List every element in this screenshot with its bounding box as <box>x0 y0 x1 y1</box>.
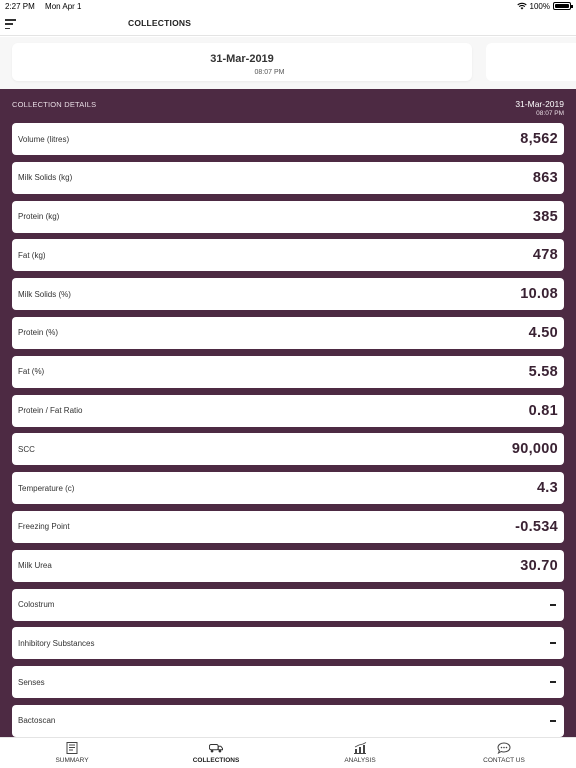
detail-label: Colostrum <box>18 600 55 610</box>
detail-label: Milk Solids (%) <box>18 289 71 299</box>
battery-icon <box>553 2 573 10</box>
empty-value-dash <box>550 603 556 606</box>
status-bar: 2:27 PM Mon Apr 1 100% <box>0 0 576 12</box>
detail-row: Bactoscan <box>12 704 564 737</box>
detail-row: SCC 90,000 <box>12 433 564 466</box>
tab-label: CONTACT US <box>483 757 525 764</box>
page-title: COLLECTIONS <box>128 18 192 28</box>
detail-value: 5.58 <box>528 363 558 380</box>
detail-row: Temperature (c) 4.3 <box>12 472 564 505</box>
detail-value: 863 <box>532 169 558 186</box>
detail-row: Protein (%) 4.50 <box>12 316 564 349</box>
collection-details-list: Volume (litres) 8,562 Milk Solids (kg) 863… <box>12 123 564 737</box>
date-card-time: 08:07 PM <box>254 69 285 76</box>
tab-bar: SUMMARY COLLECTIONS ANALYSIS CONTACT US <box>0 737 576 768</box>
detail-value: 10.08 <box>520 286 558 303</box>
collection-details-label: COLLECTION DETAILS <box>12 100 97 109</box>
detail-row: Protein (kg) 385 <box>12 200 564 233</box>
detail-value: 478 <box>532 247 558 264</box>
summary-icon <box>66 742 78 754</box>
detail-label: Protein / Fat Ratio <box>18 406 83 416</box>
detail-label: Protein (kg) <box>18 212 60 222</box>
detail-row: Fat (kg) 478 <box>12 239 564 272</box>
truck-icon <box>209 744 223 753</box>
detail-row: Senses <box>12 666 564 699</box>
tab-summary[interactable]: SUMMARY <box>0 738 144 768</box>
collection-details-header: COLLECTION DETAILS 31-Mar-2019 08:07 PM <box>0 89 576 122</box>
status-right: 100% <box>516 1 573 11</box>
detail-value: 30.70 <box>520 557 558 574</box>
date-card-selected[interactable]: 31-Mar-2019 08:07 PM <box>12 43 472 81</box>
battery-percent: 100% <box>529 1 550 11</box>
detail-label: Fat (%) <box>18 367 45 377</box>
collection-details-date: 31-Mar-2019 <box>515 99 564 109</box>
detail-value: 385 <box>532 208 558 225</box>
empty-value-dash <box>550 681 556 684</box>
detail-value: -0.534 <box>515 518 558 535</box>
detail-label: Fat (kg) <box>18 250 46 260</box>
status-time: 2:27 PM <box>5 1 35 11</box>
status-date: Mon Apr 1 <box>45 1 82 11</box>
date-selector-strip[interactable]: 31-Mar-2019 08:07 PM <box>0 37 576 89</box>
tab-label: COLLECTIONS <box>192 757 240 764</box>
detail-row: Milk Solids (kg) 863 <box>12 161 564 194</box>
detail-label: Protein (%) <box>18 328 59 338</box>
detail-value: 4.3 <box>536 480 558 497</box>
analysis-icon <box>354 742 367 754</box>
detail-label: Temperature (c) <box>18 483 75 493</box>
detail-label: Senses <box>18 677 45 687</box>
wifi-icon <box>516 2 527 10</box>
empty-value-dash <box>550 642 556 645</box>
detail-value: 8,562 <box>520 131 558 147</box>
detail-label: SCC <box>18 444 35 454</box>
tab-label: SUMMARY <box>55 757 89 764</box>
detail-row: Freezing Point -0.534 <box>12 510 564 543</box>
detail-label: Bactoscan <box>18 716 56 726</box>
detail-row: Colostrum <box>12 588 564 621</box>
detail-row: Volume (litres) 8,562 <box>12 123 564 155</box>
tab-contact-us[interactable]: CONTACT US <box>432 738 576 768</box>
date-card-next[interactable] <box>486 43 576 81</box>
tab-collections[interactable]: COLLECTIONS <box>144 738 288 768</box>
nav-bar: COLLECTIONS <box>0 12 576 36</box>
status-left: 2:27 PM Mon Apr 1 <box>5 2 90 11</box>
detail-value: 90,000 <box>511 441 558 458</box>
detail-row: Protein / Fat Ratio 0.81 <box>12 394 564 427</box>
detail-row: Fat (%) 5.58 <box>12 355 564 388</box>
date-card-date: 31-Mar-2019 <box>210 53 274 65</box>
detail-label: Volume (litres) <box>18 134 70 144</box>
detail-label: Milk Urea <box>18 561 52 571</box>
detail-value: 0.81 <box>528 402 558 419</box>
detail-value: 4.50 <box>528 324 558 341</box>
tab-label: ANALYSIS <box>344 757 376 764</box>
detail-row: Milk Urea 30.70 <box>12 549 564 582</box>
detail-label: Milk Solids (kg) <box>18 173 73 183</box>
detail-row: Milk Solids (%) 10.08 <box>12 278 564 311</box>
detail-label: Inhibitory Substances <box>18 638 95 648</box>
tab-analysis[interactable]: ANALYSIS <box>288 738 432 768</box>
menu-icon[interactable] <box>5 19 16 29</box>
chat-icon <box>497 742 511 754</box>
collection-details-panel: COLLECTION DETAILS 31-Mar-2019 08:07 PM … <box>0 89 576 737</box>
empty-value-dash <box>550 719 556 722</box>
detail-label: Freezing Point <box>18 522 70 532</box>
detail-row: Inhibitory Substances <box>12 627 564 660</box>
collection-details-time: 08:07 PM <box>536 110 564 117</box>
